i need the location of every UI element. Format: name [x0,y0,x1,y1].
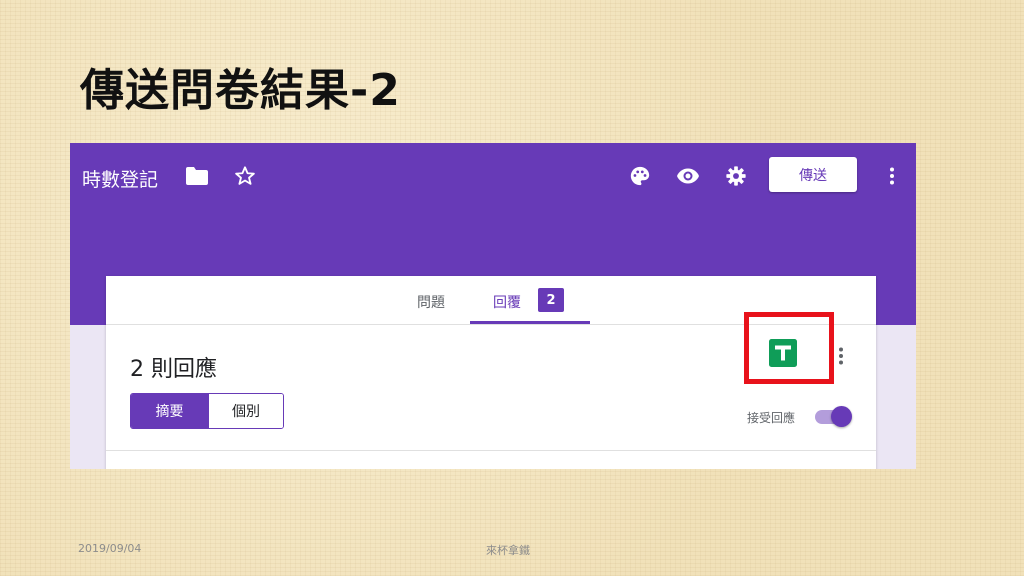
star-icon[interactable] [233,164,257,188]
tab-questions[interactable]: 問題 [417,292,445,312]
folder-icon[interactable] [185,165,209,187]
forms-screenshot: 時數登記 傳送 問題 回覆 2 2 則回應 摘要 個別 接受回應 [70,143,916,469]
footer-text: 來杯拿鐵 [486,544,530,557]
individual-button[interactable]: 個別 [208,394,283,428]
sheets-icon[interactable] [769,339,797,367]
divider [106,450,876,451]
more-vert-icon[interactable] [882,164,902,188]
accept-responses-label: 接受回應 [747,411,796,425]
palette-icon[interactable] [628,164,652,188]
send-button[interactable]: 傳送 [769,157,857,192]
responses-more-icon[interactable] [838,346,844,366]
gear-icon[interactable] [724,164,748,188]
eye-icon[interactable] [676,164,700,188]
slide-title: 傳送問卷結果-2 [80,65,401,116]
active-tab-indicator [470,321,590,324]
footer-date: 2019/09/04 [78,542,142,555]
form-title[interactable]: 時數登記 [82,165,158,192]
summary-button[interactable]: 摘要 [131,394,208,428]
toggle-knob[interactable] [831,406,852,427]
view-toggle: 摘要 個別 [130,393,284,429]
responses-count-badge: 2 [538,288,564,312]
response-count-title: 2 則回應 [130,357,217,382]
tab-responses[interactable]: 回覆 [493,292,521,312]
